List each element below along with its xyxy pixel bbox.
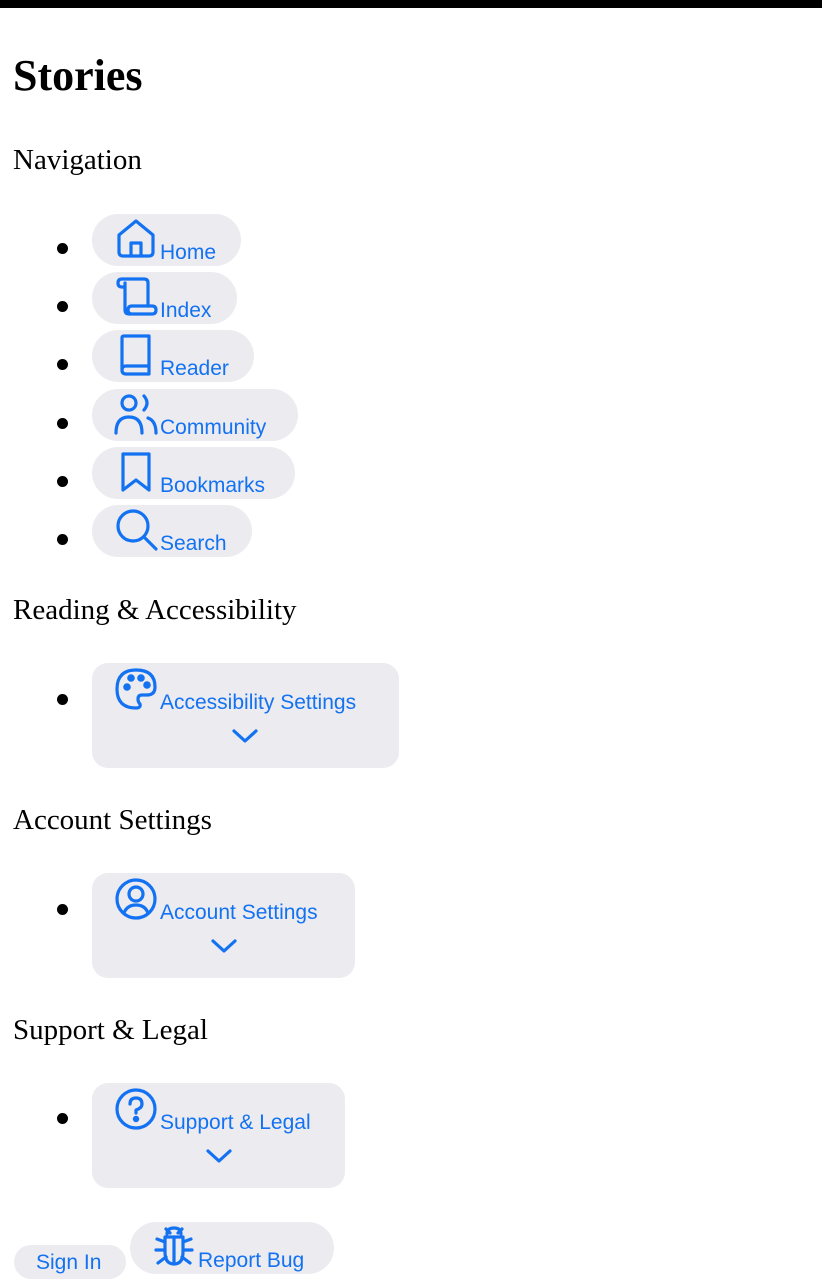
accessibility-settings-dropdown[interactable]: Accessibility Settings (92, 663, 399, 768)
nav-reader-label: Reader (160, 357, 229, 380)
support-legal-dropdown[interactable]: Support & Legal (92, 1083, 345, 1188)
nav-bookmarks-label: Bookmarks (160, 474, 266, 497)
nav-search-link[interactable]: Search (92, 505, 252, 557)
section-heading-account: Account Settings (13, 804, 212, 836)
nav-index-label: Index (160, 299, 212, 322)
report-bug-label: Report Bug (198, 1249, 305, 1272)
nav-home-label: Home (160, 241, 217, 264)
nav-home-link[interactable]: Home (92, 214, 241, 266)
account-settings-dropdown[interactable]: Account Settings (92, 873, 355, 978)
section-heading-navigation: Navigation (13, 144, 142, 176)
list-bullet (57, 359, 68, 370)
report-bug-button[interactable]: Report Bug (130, 1222, 334, 1274)
search-icon (114, 507, 158, 551)
top-bar (0, 0, 822, 8)
list-bullet (57, 301, 68, 312)
nav-bookmarks-link[interactable]: Bookmarks (92, 447, 295, 499)
list-bullet (57, 243, 68, 254)
home-icon (114, 216, 158, 260)
nav-index-link[interactable]: Index (92, 272, 237, 324)
list-bullet (57, 904, 68, 915)
section-heading-support: Support & Legal (13, 1014, 208, 1046)
sign-in-label: Sign In (36, 1251, 102, 1274)
nav-search-label: Search (160, 532, 227, 555)
scroll-icon (114, 274, 158, 318)
user-circle-icon (114, 877, 158, 921)
page-title: Stories (13, 51, 143, 100)
section-heading-reading: Reading & Accessibility (13, 594, 297, 626)
palette-icon (114, 667, 158, 711)
help-circle-icon (114, 1087, 158, 1131)
chevron-down-icon (209, 935, 239, 957)
users-icon (114, 391, 158, 435)
list-bullet (57, 694, 68, 705)
list-bullet (57, 418, 68, 429)
accessibility-settings-label: Accessibility Settings (160, 691, 357, 714)
sign-in-button[interactable]: Sign In (14, 1245, 126, 1279)
list-bullet (57, 476, 68, 487)
account-settings-label: Account Settings (160, 901, 318, 924)
nav-community-link[interactable]: Community (92, 389, 298, 441)
book-icon (114, 332, 158, 376)
list-bullet (57, 534, 68, 545)
chevron-down-icon (230, 725, 260, 747)
bug-icon (152, 1224, 196, 1268)
list-bullet (57, 1113, 68, 1124)
nav-reader-link[interactable]: Reader (92, 330, 254, 382)
bookmark-icon (114, 449, 158, 493)
nav-community-label: Community (160, 416, 267, 439)
support-legal-label: Support & Legal (160, 1111, 311, 1134)
chevron-down-icon (204, 1145, 234, 1167)
